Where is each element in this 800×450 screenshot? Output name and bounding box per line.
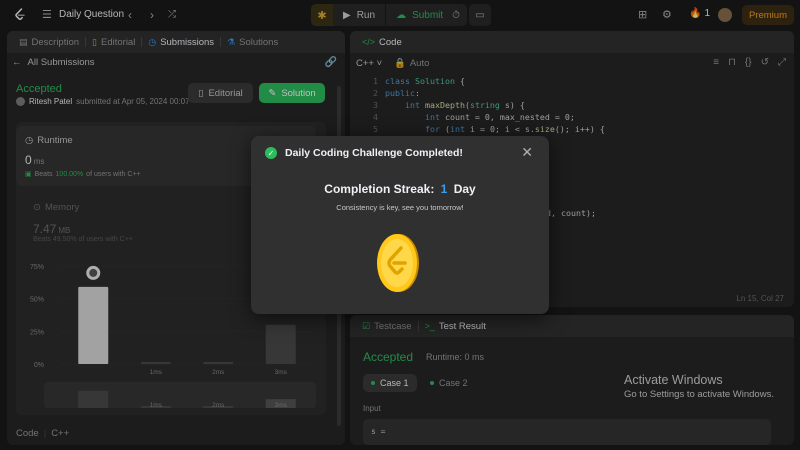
modal-title: Daily Coding Challenge Completed! (285, 147, 463, 159)
modal-message: Consistency is key, see you tomorrow! (336, 203, 464, 212)
challenge-completed-modal: ✓ Daily Coding Challenge Completed! ✕ Co… (251, 136, 549, 314)
streak-value: 1 (440, 182, 448, 196)
check-circle-icon: ✓ (265, 147, 277, 159)
gold-coin-icon (377, 234, 419, 292)
close-icon[interactable]: ✕ (521, 144, 533, 161)
completion-streak: Completion Streak: 1 Day (251, 182, 549, 196)
streak-label: Completion Streak: (324, 182, 435, 196)
streak-unit: Day (453, 182, 476, 196)
